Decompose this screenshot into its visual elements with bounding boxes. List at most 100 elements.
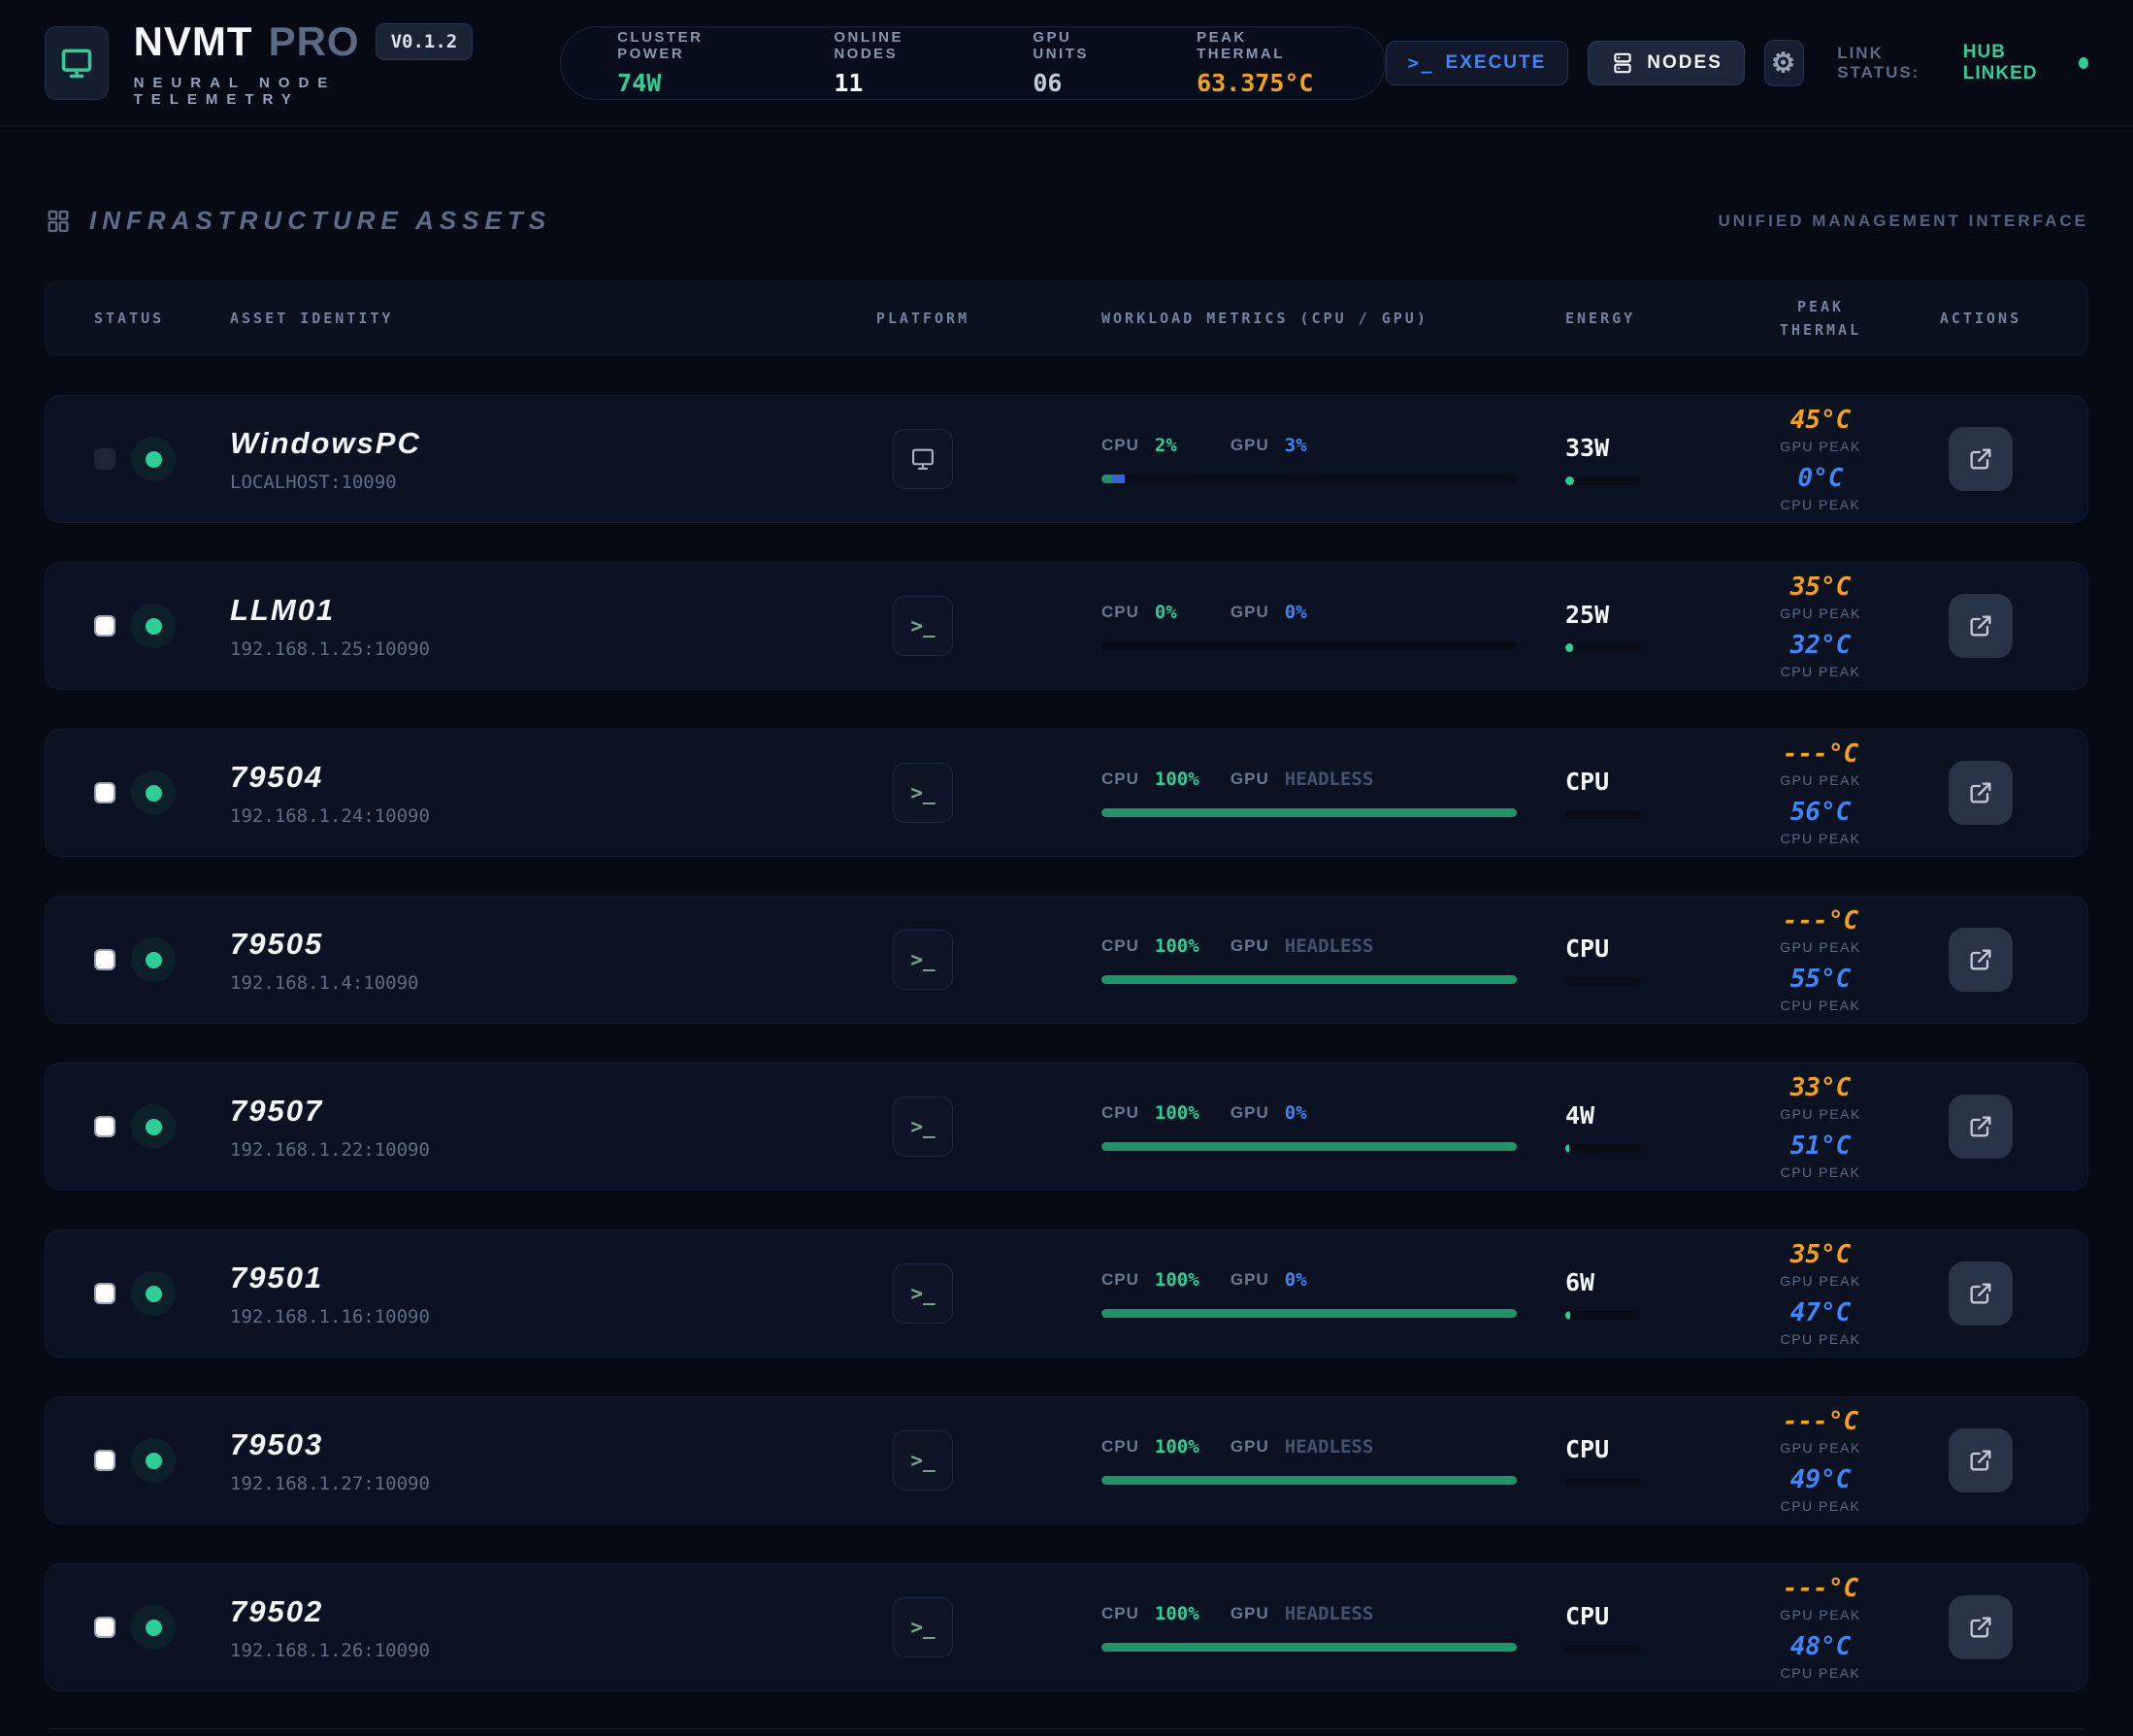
open-node-button[interactable] — [1949, 427, 2013, 491]
external-link-icon — [1967, 1447, 1994, 1474]
external-link-icon — [1967, 946, 1994, 973]
status-dot-icon — [146, 1119, 162, 1135]
row-checkbox[interactable] — [94, 1116, 115, 1137]
cpu-value: 100% — [1155, 1436, 1215, 1458]
terminal-icon: >_ — [910, 948, 935, 971]
energy-bar-fill — [1565, 1144, 1569, 1153]
cpu-label: CPU — [1101, 1437, 1139, 1457]
asset-address: 192.168.1.27:10090 — [230, 1473, 826, 1494]
cpu-label: CPU — [1101, 603, 1139, 622]
status-dot-icon — [146, 952, 162, 968]
gpu-label: GPU — [1231, 1270, 1269, 1290]
terminal-icon: >_ — [910, 614, 935, 638]
row-checkbox[interactable] — [94, 1283, 115, 1304]
cpu-peak-value: 47°C — [1728, 1298, 1913, 1327]
energy-bar — [1565, 1645, 1641, 1654]
row-checkbox[interactable] — [94, 782, 115, 803]
open-node-button[interactable] — [1949, 1595, 2013, 1659]
table-row: 79504 192.168.1.24:10090 >_ CPU 100% GPU… — [45, 729, 2088, 857]
gpu-peak-value: ---°C — [1728, 1574, 1913, 1603]
cpu-label: CPU — [1101, 770, 1139, 789]
cluster-stat: CLUSTER POWER 74W — [617, 29, 762, 97]
execute-button[interactable]: >_ EXECUTE — [1386, 41, 1569, 85]
cluster-stats-bar: CLUSTER POWER 74W ONLINE NODES 11 GPU UN… — [560, 26, 1386, 100]
link-status-label: LINK STATUS: — [1837, 44, 1952, 82]
asset-address: 192.168.1.26:10090 — [230, 1640, 826, 1661]
cpu-label: CPU — [1101, 1270, 1139, 1290]
energy-bar-fill — [1565, 476, 1574, 485]
nodes-button[interactable]: NODES — [1588, 41, 1745, 85]
section-title: INFRASTRUCTURE ASSETS — [89, 206, 551, 236]
gpu-label: GPU — [1231, 936, 1269, 956]
row-checkbox[interactable] — [94, 949, 115, 970]
platform-indicator: >_ — [893, 1097, 953, 1157]
asset-name: 79503 — [230, 1427, 826, 1462]
workload-bar-gpu-fill — [1112, 475, 1125, 483]
energy-bar — [1565, 1478, 1641, 1487]
open-node-button[interactable] — [1949, 928, 2013, 992]
asset-name: 79505 — [230, 927, 826, 962]
row-checkbox[interactable] — [94, 1617, 115, 1638]
app-logo — [45, 26, 109, 100]
asset-address: 192.168.1.16:10090 — [230, 1306, 826, 1327]
cpu-peak-label: CPU PEAK — [1728, 497, 1913, 512]
gpu-peak-label: GPU PEAK — [1728, 439, 1913, 454]
asset-name: 79501 — [230, 1261, 826, 1295]
cpu-label: CPU — [1101, 436, 1139, 455]
asset-name: WindowsPC — [230, 426, 826, 461]
column-header-status: STATUS — [84, 310, 230, 327]
platform-indicator: >_ — [893, 1597, 953, 1657]
open-node-button[interactable] — [1949, 761, 2013, 825]
settings-button[interactable]: ⚙ — [1764, 40, 1804, 86]
external-link-icon — [1967, 445, 1994, 473]
energy-bar — [1565, 476, 1641, 485]
gpu-label: GPU — [1231, 436, 1269, 455]
gpu-peak-label: GPU PEAK — [1728, 606, 1913, 621]
gpu-peak-value: ---°C — [1728, 739, 1913, 769]
monitor-icon — [909, 445, 936, 473]
table-row: 79501 192.168.1.16:10090 >_ CPU 100% GPU… — [45, 1229, 2088, 1358]
status-dot-icon — [146, 785, 162, 802]
app-title-suffix: PRO — [269, 18, 360, 65]
stat-label: CLUSTER POWER — [617, 29, 762, 62]
gpu-peak-label: GPU PEAK — [1728, 1440, 1913, 1456]
status-indicator — [131, 1438, 176, 1483]
table-row: WindowsPC LOCALHOST:10090 >_ CPU 2% GPU … — [45, 395, 2088, 523]
terminal-icon: >_ — [910, 1449, 935, 1472]
cpu-label: CPU — [1101, 1103, 1139, 1123]
column-header-actions: ACTIONS — [1913, 310, 2049, 327]
grid-layout-icon — [45, 208, 72, 235]
platform-indicator: >_ — [893, 596, 953, 656]
stat-value: 63.375°C — [1197, 69, 1329, 97]
external-link-icon — [1967, 779, 1994, 806]
row-checkbox[interactable] — [94, 1450, 115, 1471]
cpu-peak-label: CPU PEAK — [1728, 1665, 1913, 1681]
open-node-button[interactable] — [1949, 1428, 2013, 1492]
open-node-button[interactable] — [1949, 594, 2013, 658]
row-checkbox[interactable] — [94, 448, 115, 470]
cpu-value: 100% — [1155, 1102, 1215, 1124]
workload-bar — [1101, 975, 1517, 984]
cpu-label: CPU — [1101, 1604, 1139, 1623]
gpu-peak-value: 33°C — [1728, 1073, 1913, 1102]
open-node-button[interactable] — [1949, 1095, 2013, 1159]
energy-value: 6W — [1565, 1268, 1670, 1296]
gpu-label: GPU — [1231, 1604, 1269, 1623]
cpu-peak-label: CPU PEAK — [1728, 831, 1913, 846]
status-indicator — [131, 937, 176, 982]
app-title: NVMT — [134, 18, 253, 65]
workload-bar-cpu-fill — [1101, 808, 1517, 817]
energy-bar — [1565, 643, 1641, 652]
open-node-button[interactable] — [1949, 1261, 2013, 1326]
stat-value: 74W — [617, 69, 762, 97]
row-checkbox[interactable] — [94, 615, 115, 637]
status-indicator — [131, 604, 176, 648]
platform-indicator: >_ — [893, 429, 953, 489]
gpu-value: 0% — [1285, 1269, 1307, 1291]
gpu-label: GPU — [1231, 1437, 1269, 1457]
energy-value: CPU — [1565, 1602, 1670, 1630]
asset-address: 192.168.1.4:10090 — [230, 972, 826, 994]
energy-value: 33W — [1565, 434, 1670, 462]
status-dot-icon — [146, 1286, 162, 1302]
asset-rows: WindowsPC LOCALHOST:10090 >_ CPU 2% GPU … — [45, 395, 2088, 1691]
